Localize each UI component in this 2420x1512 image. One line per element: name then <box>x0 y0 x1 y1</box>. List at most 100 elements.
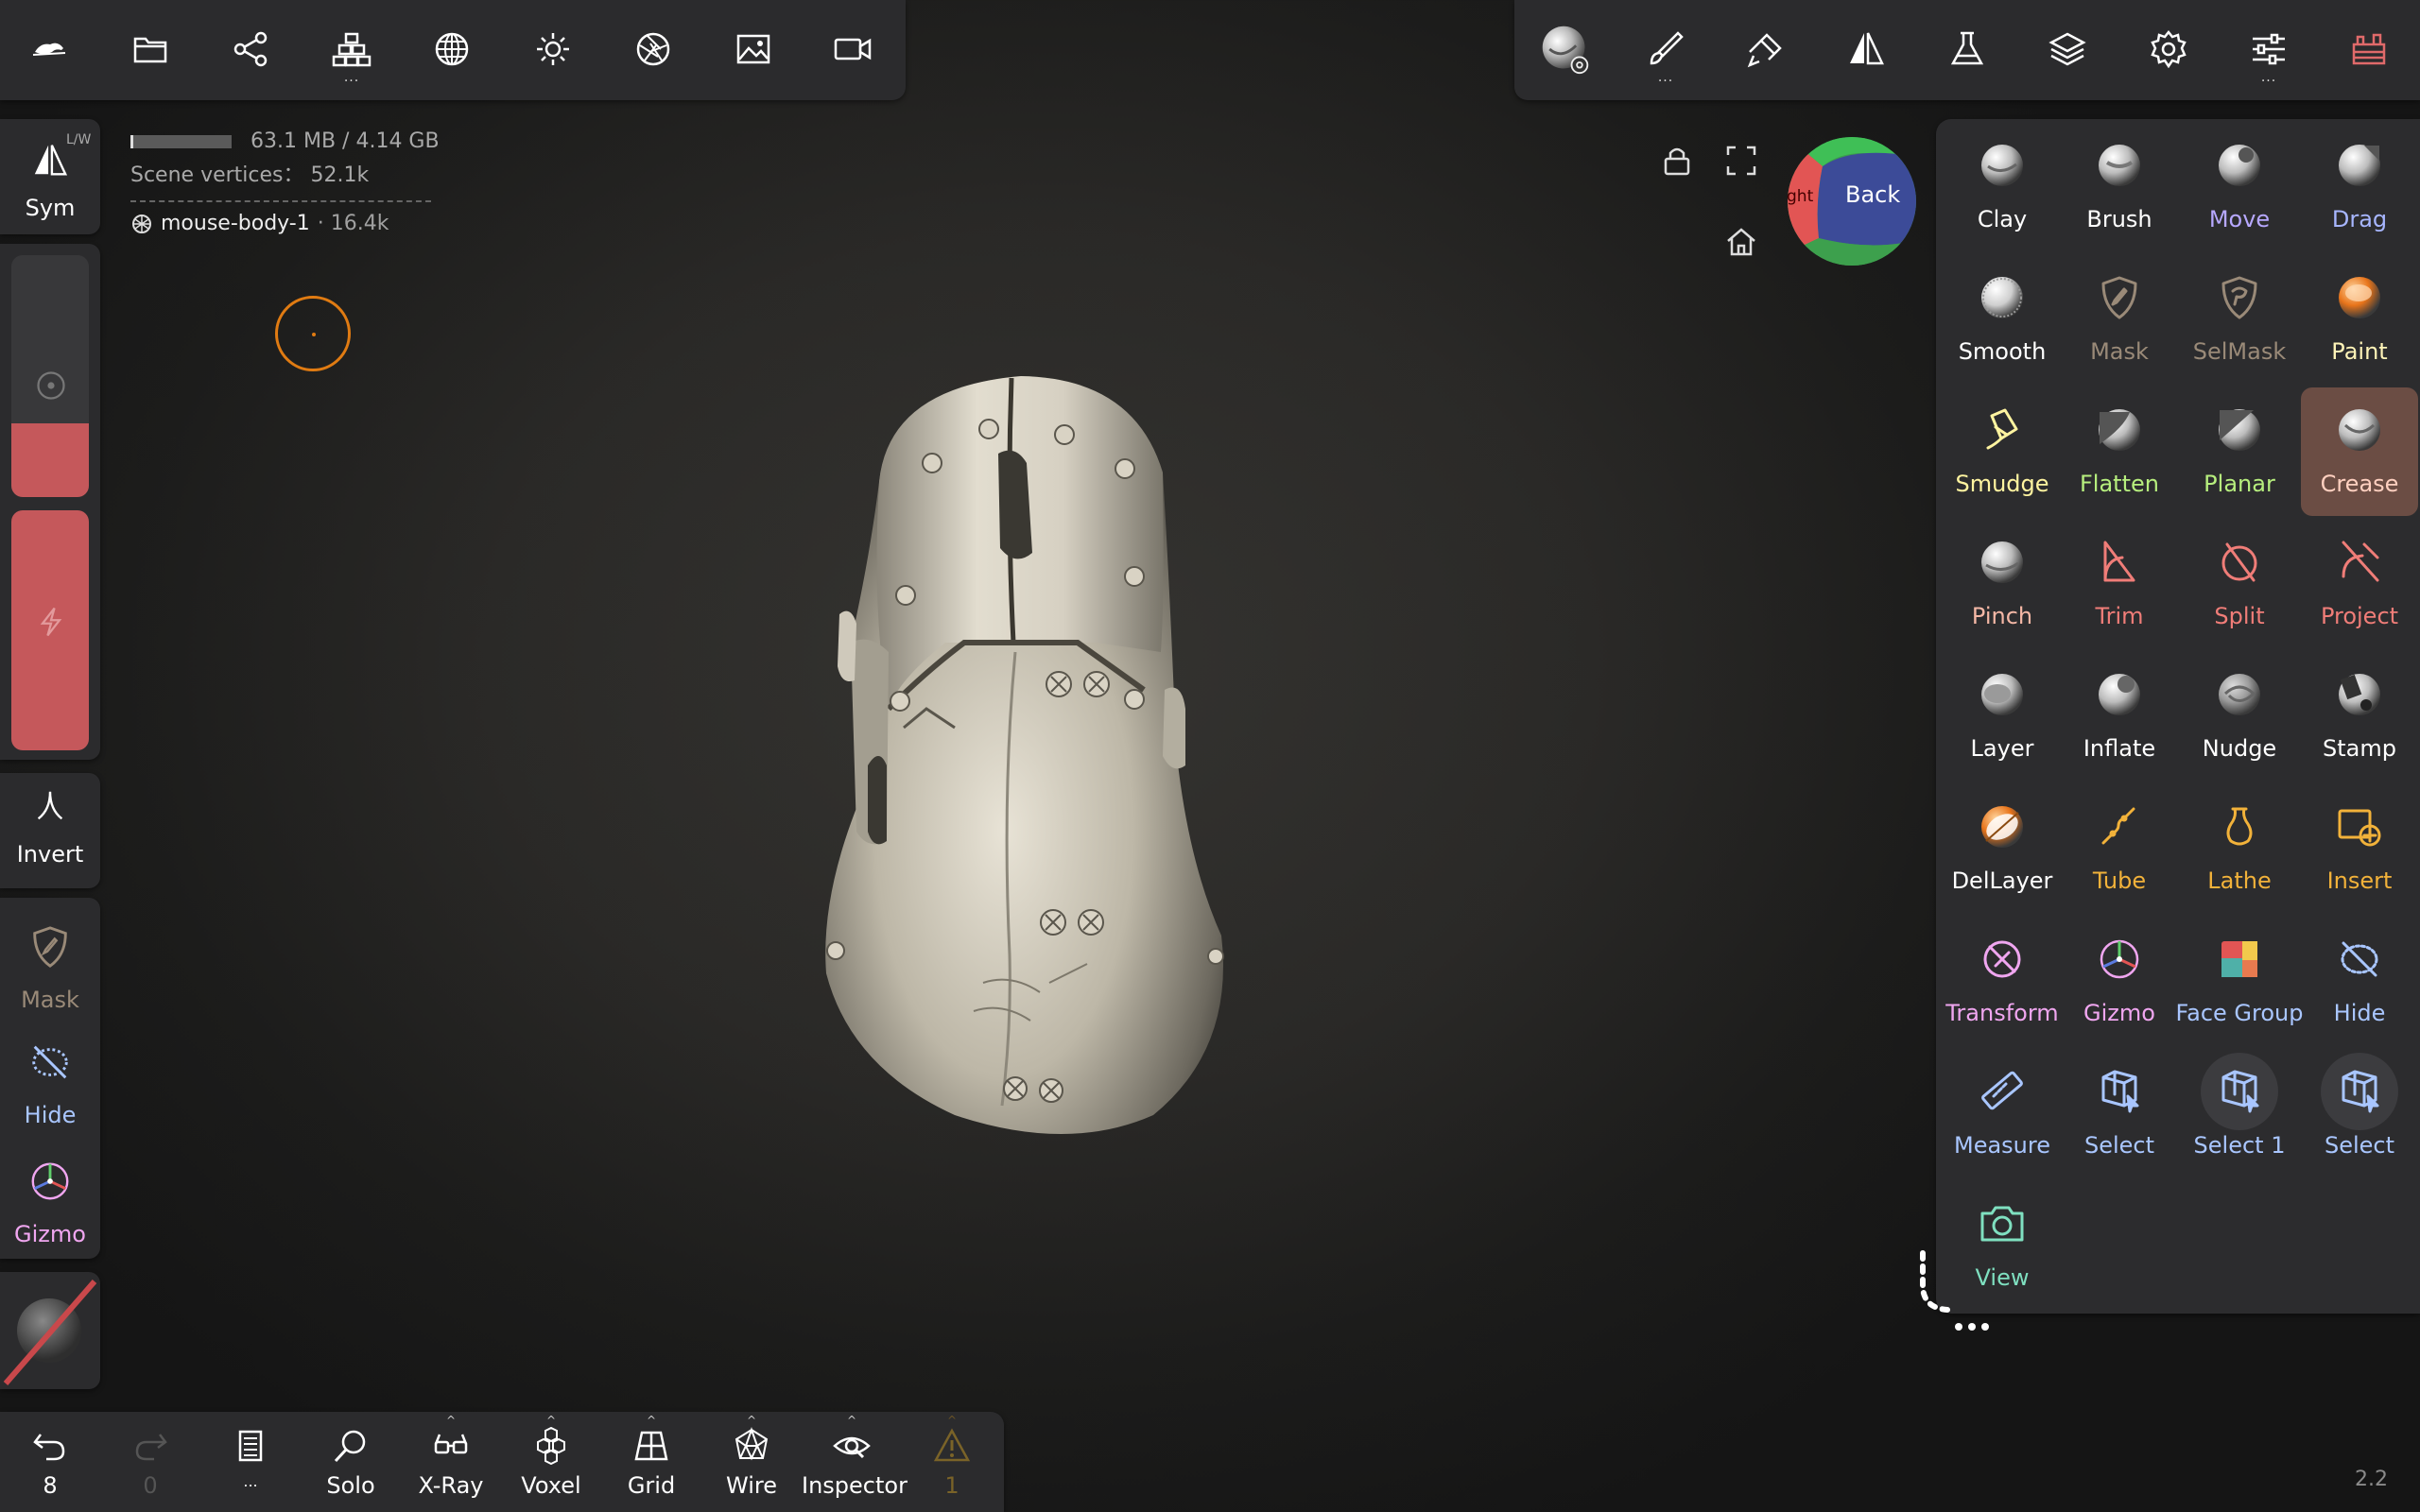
folder-icon[interactable] <box>120 19 181 79</box>
tool-label: Smooth <box>1958 338 2047 365</box>
tool-label: Select <box>2324 1132 2395 1159</box>
tool-gizmo[interactable]: Gizmo <box>2061 917 2178 1045</box>
symmetry-button[interactable]: L/W Sym <box>0 119 100 234</box>
tool-trim[interactable]: Trim <box>2061 520 2178 648</box>
brush-icon[interactable]: ... <box>1635 19 1696 85</box>
tool-label: SelMask <box>2192 338 2287 365</box>
symmetry-icon <box>34 145 68 176</box>
tool-tube[interactable]: Tube <box>2061 784 2178 913</box>
sliders-icon[interactable]: ... <box>2238 19 2299 85</box>
logo-icon[interactable] <box>19 19 79 79</box>
measure-icon <box>1981 1071 2023 1110</box>
panel-resize-handle[interactable] <box>1910 1247 2004 1334</box>
flatten-sphere-icon <box>2099 409 2140 451</box>
tool-planar[interactable]: Planar <box>2181 387 2298 516</box>
home-icon[interactable] <box>1724 225 1758 259</box>
tool-select-1[interactable]: Select 1 <box>2181 1049 2298 1177</box>
store-icon[interactable] <box>2339 19 2399 79</box>
smudge-icon <box>1986 408 2018 450</box>
grid-button[interactable]: ^ Grid <box>601 1414 701 1512</box>
tool-stamp[interactable]: Stamp <box>2301 652 2418 781</box>
grid-icon <box>634 1431 668 1461</box>
intensity-slider[interactable] <box>11 510 89 750</box>
invert-button[interactable]: Invert <box>0 773 100 888</box>
mouse-3d-model[interactable] <box>813 369 1248 1143</box>
tool-insert[interactable]: Insert <box>2301 784 2418 913</box>
quick-gizmo-label: Gizmo <box>14 1221 86 1247</box>
quick-tools-panel: Mask Hide Gizmo <box>0 898 100 1259</box>
settings-icon[interactable] <box>2138 19 2199 79</box>
radius-slider[interactable] <box>11 255 89 497</box>
split-icon <box>2221 542 2257 582</box>
warning-button[interactable]: ^ 1 <box>902 1414 1002 1512</box>
brush-cursor <box>275 296 351 371</box>
tool-clay[interactable]: Clay <box>1944 123 2061 251</box>
tool-brush[interactable]: Brush <box>2061 123 2178 251</box>
tool-face-group[interactable]: Face Group <box>2176 917 2303 1045</box>
invert-icon <box>37 791 63 820</box>
share-icon[interactable] <box>220 19 281 79</box>
tool-dellayer[interactable]: DelLayer <box>1944 784 2061 913</box>
undo-icon <box>33 1434 65 1461</box>
flask-icon[interactable] <box>1937 19 1997 79</box>
wire-button[interactable]: ^ Wire <box>701 1414 802 1512</box>
mesh-vertex-count: · 16.4k <box>317 212 389 235</box>
xray-label: X-Ray <box>418 1472 484 1499</box>
quick-mask-button[interactable]: Mask <box>0 907 100 1019</box>
tool-pinch[interactable]: Pinch <box>1944 520 2061 648</box>
image-icon[interactable] <box>723 19 784 79</box>
docs-button[interactable]: ... <box>200 1427 301 1512</box>
tool-measure[interactable]: Measure <box>1944 1049 2061 1177</box>
redo-button[interactable]: 0 <box>100 1427 200 1512</box>
tool-layer[interactable]: Layer <box>1944 652 2061 781</box>
symmetry-icon[interactable] <box>1836 19 1896 79</box>
aperture-icon[interactable] <box>623 19 683 79</box>
tool-split[interactable]: Split <box>2181 520 2298 648</box>
scene-tree-icon[interactable]: ... <box>321 19 382 85</box>
tool-transform[interactable]: Transform <box>1944 917 2061 1045</box>
tool-move[interactable]: Move <box>2181 123 2298 251</box>
tool-hide[interactable]: Hide <box>2301 917 2418 1045</box>
mesh-entry[interactable]: mouse-body-1 · 16.4k <box>130 212 440 235</box>
tool-crease[interactable]: Crease <box>2301 387 2418 516</box>
quick-hide-button[interactable]: Hide <box>0 1026 100 1138</box>
tool-select[interactable]: Select <box>2061 1049 2178 1177</box>
view-cube[interactable]: Back ght <box>1787 136 1917 266</box>
paint-tool-icon[interactable] <box>1736 19 1796 79</box>
inspector-button[interactable]: ^ Inspector <box>802 1414 908 1512</box>
stats-separator <box>130 200 431 202</box>
tool-nudge[interactable]: Nudge <box>2181 652 2298 781</box>
planar-sphere-icon <box>2219 409 2260 451</box>
layers-icon[interactable] <box>2037 19 2098 79</box>
tool-select[interactable]: Select <box>2301 1049 2418 1177</box>
solo-button[interactable]: Solo <box>301 1427 401 1512</box>
fullscreen-icon[interactable] <box>1724 144 1758 178</box>
wireframe-icon <box>735 1427 769 1461</box>
light-icon[interactable] <box>523 19 583 79</box>
video-icon[interactable] <box>822 19 883 79</box>
xray-button[interactable]: ^ X-Ray <box>401 1414 501 1512</box>
tool-lathe[interactable]: Lathe <box>2181 784 2298 913</box>
tool-flatten[interactable]: Flatten <box>2061 387 2178 516</box>
tool-paint[interactable]: Paint <box>2301 255 2418 384</box>
matcap-toggle[interactable] <box>0 1272 100 1389</box>
voxel-button[interactable]: ^ Voxel <box>501 1414 601 1512</box>
tool-label: Flatten <box>2080 471 2159 497</box>
tool-project[interactable]: Project <box>2301 520 2418 648</box>
lock-icon[interactable] <box>1660 144 1694 178</box>
tool-drag[interactable]: Drag <box>2301 123 2418 251</box>
material-sphere-icon[interactable] <box>1535 19 1596 79</box>
redo-icon <box>135 1434 167 1461</box>
tool-mask[interactable]: Mask <box>2061 255 2178 384</box>
quick-gizmo-button[interactable]: Gizmo <box>0 1145 100 1257</box>
tool-smudge[interactable]: Smudge <box>1944 387 2061 516</box>
mesh-sphere-icon[interactable] <box>422 19 482 79</box>
tool-label: Inflate <box>2083 735 2156 762</box>
undo-button[interactable]: 8 <box>0 1427 100 1512</box>
tool-selmask[interactable]: SelMask <box>2181 255 2298 384</box>
scene-stats: 63.1 MB / 4.14 GB Scene vertices： 52.1k … <box>130 125 440 235</box>
tool-inflate[interactable]: Inflate <box>2061 652 2178 781</box>
tool-label: Brush <box>2086 206 2152 232</box>
radius-slider-fill <box>11 423 89 497</box>
tool-smooth[interactable]: Smooth <box>1944 255 2061 384</box>
